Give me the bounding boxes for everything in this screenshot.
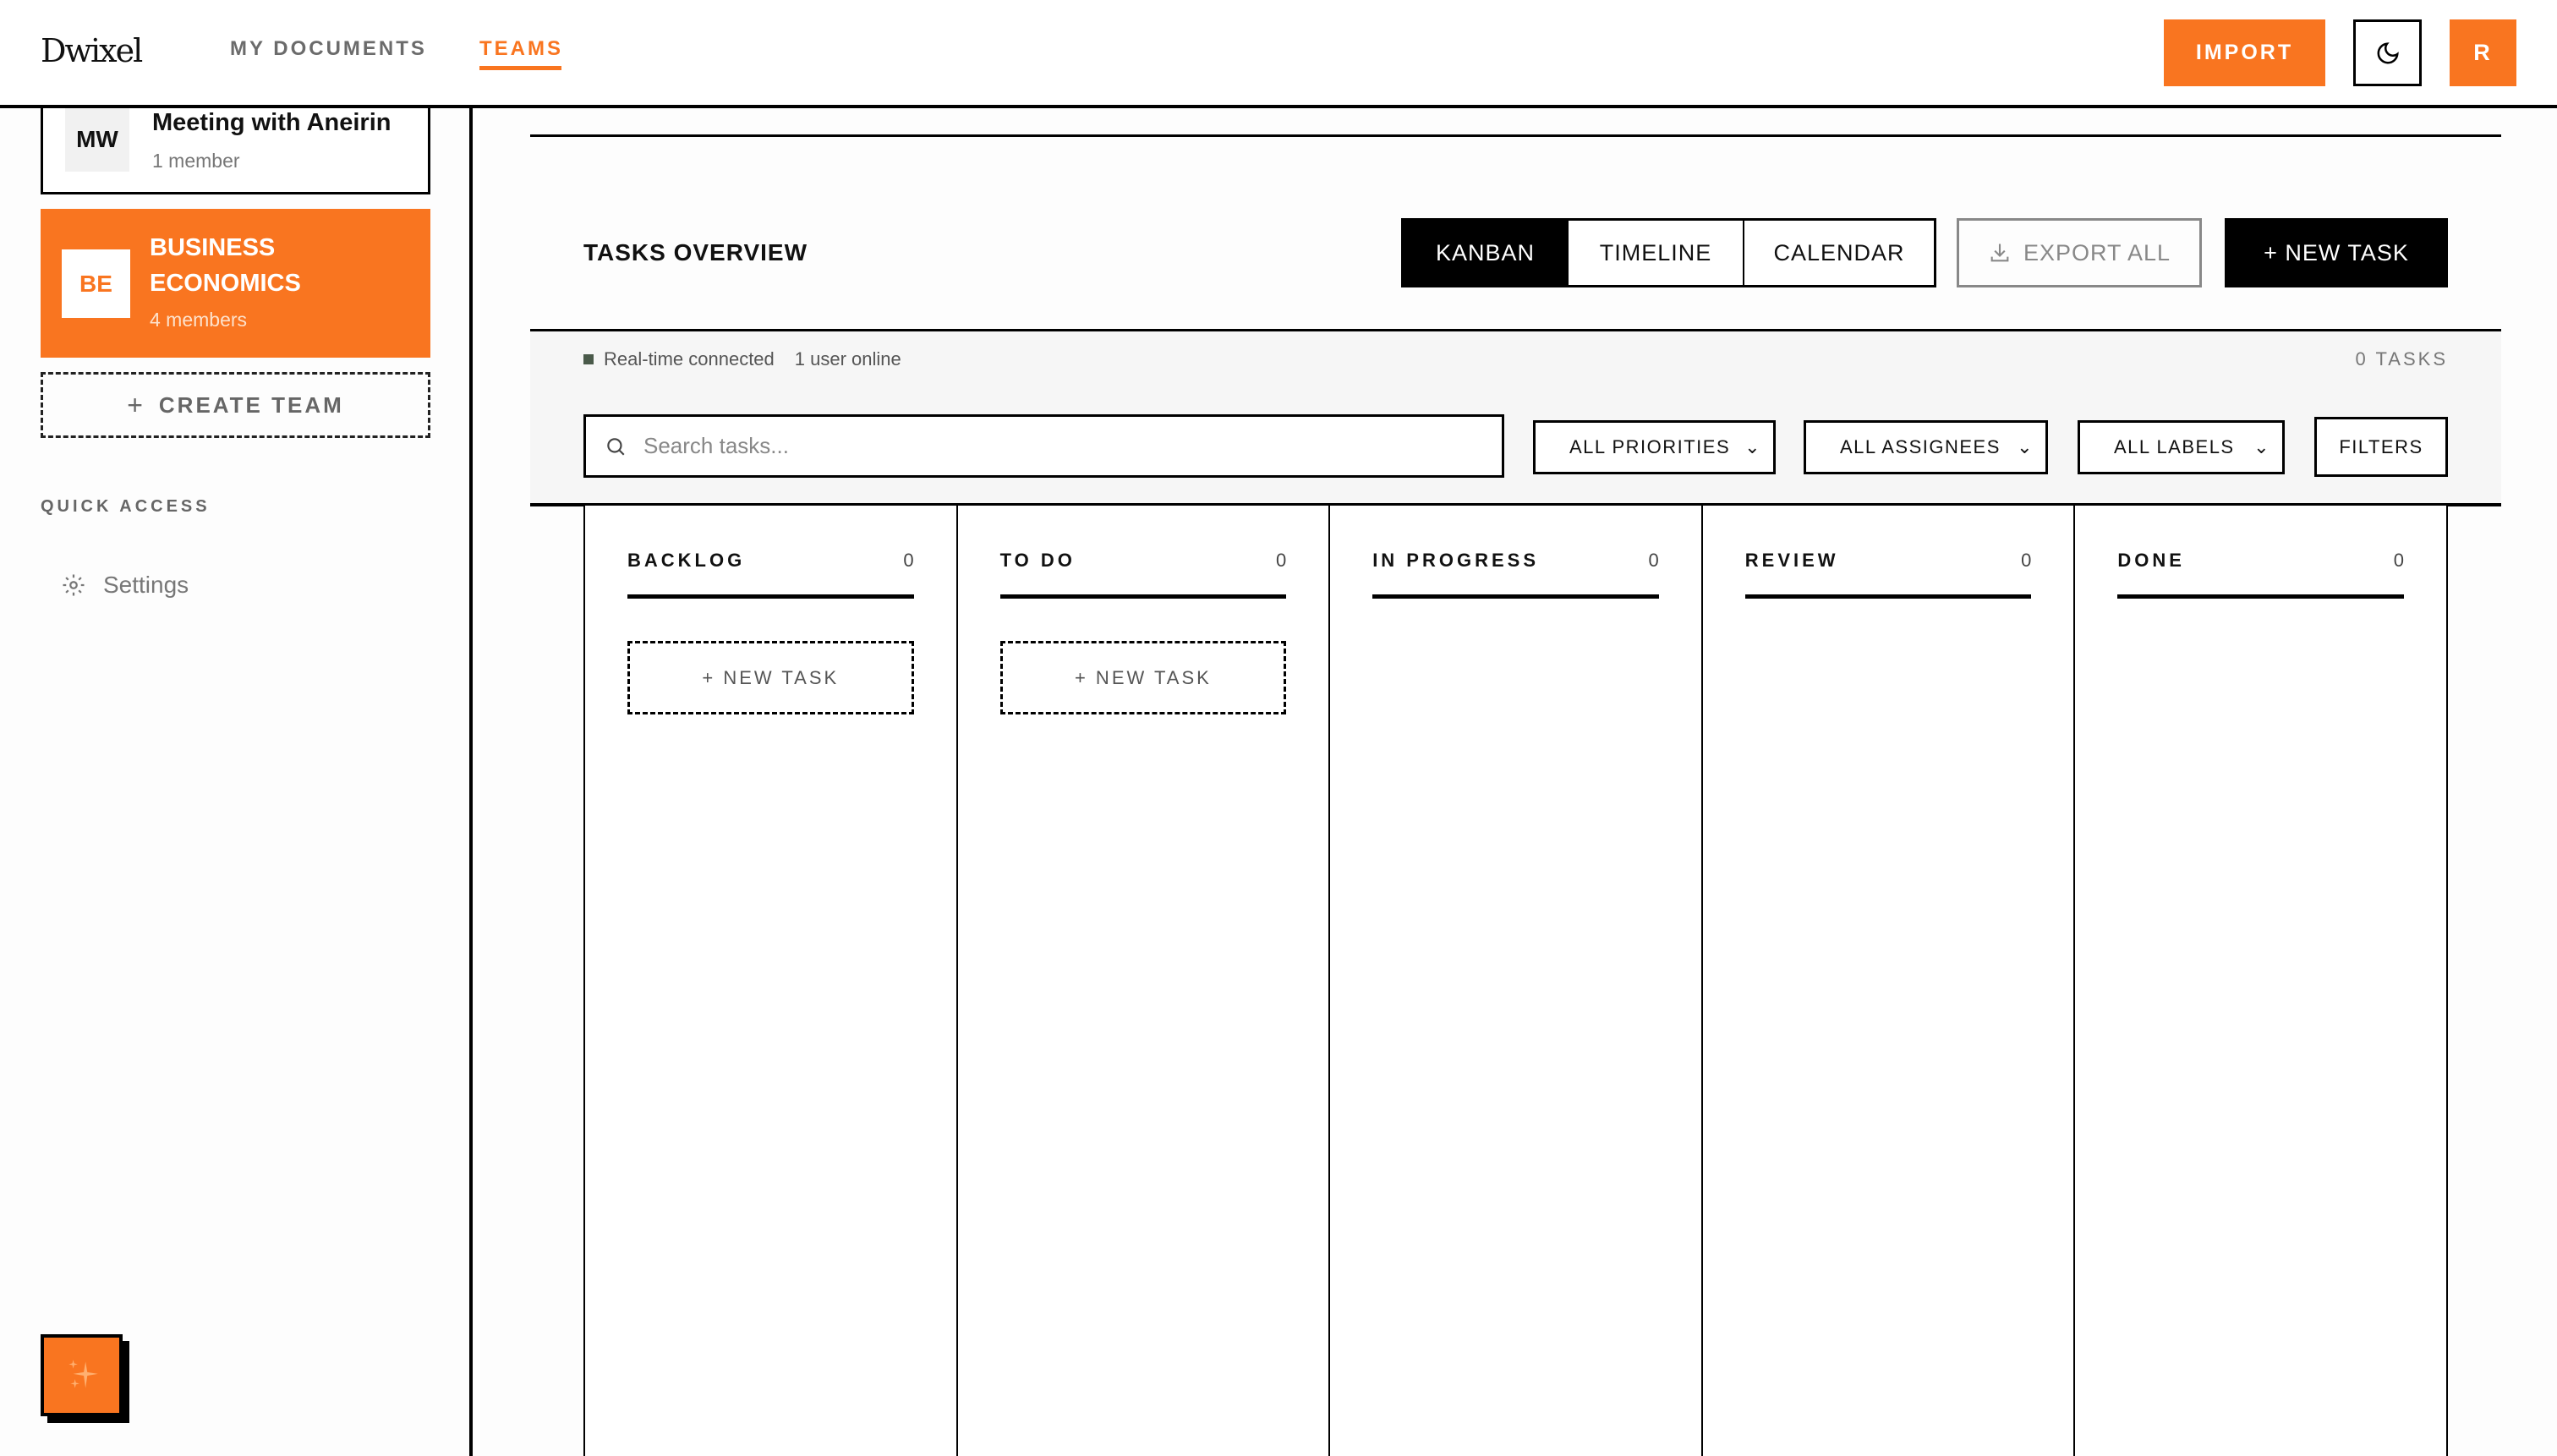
column-title: BACKLOG [627, 550, 745, 594]
download-icon [1988, 241, 2012, 265]
column-title: DONE [2117, 550, 2185, 594]
tab-timeline[interactable]: TIMELINE [1569, 221, 1744, 285]
gear-icon [61, 572, 86, 598]
column-count: 0 [1649, 550, 1659, 594]
column-review: REVIEW 0 [1703, 506, 2076, 1456]
team-name-line1: BUSINESS [150, 234, 275, 262]
settings-label: Settings [103, 572, 189, 599]
chevron-down-icon: ⌄ [2017, 436, 2034, 458]
search-box [583, 414, 1504, 478]
ai-assistant-button[interactable] [41, 1334, 123, 1416]
user-avatar-button[interactable]: R [2450, 19, 2516, 86]
column-header: IN PROGRESS 0 [1372, 550, 1659, 599]
top-header: Dwixel MY DOCUMENTS TEAMS IMPORT R [0, 0, 2557, 108]
sidebar: MW Meeting with Aneirin 1 member BE BUSI… [0, 108, 473, 1456]
task-count: 0 TASKS [2356, 348, 2448, 370]
column-in-progress: IN PROGRESS 0 [1330, 506, 1703, 1456]
chevron-down-icon: ⌄ [1744, 436, 1761, 458]
search-input[interactable] [643, 433, 1404, 459]
column-count: 0 [2394, 550, 2404, 594]
add-task-button[interactable]: + NEW TASK [1000, 641, 1287, 714]
column-header: REVIEW 0 [1745, 550, 2032, 599]
search-icon [605, 435, 627, 457]
priority-select-value: ALL PRIORITIES [1569, 436, 1730, 458]
theme-toggle-button[interactable] [2353, 19, 2422, 86]
column-title: REVIEW [1745, 550, 1839, 594]
chevron-down-icon: ⌄ [2253, 436, 2270, 458]
connection-text: Real-time connected [604, 348, 775, 370]
tab-kanban[interactable]: KANBAN [1404, 221, 1569, 285]
nav-my-documents[interactable]: MY DOCUMENTS [230, 37, 427, 61]
team-card-mw[interactable]: MW Meeting with Aneirin 1 member [41, 108, 430, 194]
quick-access-settings[interactable]: Settings [61, 572, 189, 599]
team-members: 1 member [152, 150, 240, 172]
export-all-button[interactable]: EXPORT ALL [1957, 218, 2202, 287]
sparkles-icon [61, 1355, 103, 1397]
moon-icon [2375, 41, 2401, 66]
divider [530, 134, 2501, 137]
assignee-select[interactable]: ALL ASSIGNEES ⌄ [1804, 420, 2048, 474]
column-todo: TO DO 0 + NEW TASK [958, 506, 1331, 1456]
column-title: TO DO [1000, 550, 1076, 594]
kanban-board: BACKLOG 0 + NEW TASK TO DO 0 + NEW TASK IN… [583, 506, 2448, 1456]
quick-access-title: QUICK ACCESS [41, 497, 211, 517]
export-all-label: EXPORT ALL [2023, 240, 2171, 266]
label-select-value: ALL LABELS [2114, 436, 2235, 458]
team-name-line2: ECONOMICS [150, 270, 301, 298]
column-count: 0 [2021, 550, 2031, 594]
team-avatar: MW [65, 108, 129, 172]
team-members: 4 members [150, 309, 247, 331]
column-count: 0 [1276, 550, 1286, 594]
team-card-be[interactable]: BE BUSINESS ECONOMICS 4 members [41, 209, 430, 358]
new-task-button[interactable]: + NEW TASK [2225, 218, 2448, 287]
column-header: DONE 0 [2117, 550, 2404, 599]
team-name: Meeting with Aneirin [152, 109, 391, 137]
column-title: IN PROGRESS [1372, 550, 1539, 594]
nav-active-underline [479, 66, 561, 70]
create-team-button[interactable]: + CREATE TEAM [41, 372, 430, 438]
assignee-select-value: ALL ASSIGNEES [1840, 436, 2001, 458]
nav-teams[interactable]: TEAMS [479, 37, 563, 61]
priority-select[interactable]: ALL PRIORITIES ⌄ [1533, 420, 1776, 474]
column-header: BACKLOG 0 [627, 550, 914, 599]
label-select[interactable]: ALL LABELS ⌄ [2078, 420, 2285, 474]
column-backlog: BACKLOG 0 + NEW TASK [585, 506, 958, 1456]
team-avatar: BE [62, 249, 130, 318]
add-task-button[interactable]: + NEW TASK [627, 641, 914, 714]
filters-button[interactable]: FILTERS [2314, 417, 2448, 477]
view-toggle: KANBAN TIMELINE CALENDAR [1401, 218, 1936, 287]
page-title: TASKS OVERVIEW [583, 239, 808, 266]
tab-calendar[interactable]: CALENDAR [1744, 221, 1934, 285]
status-indicator-icon [583, 354, 594, 364]
board-toolbar: Real-time connected 1 user online 0 TASK… [530, 329, 2501, 506]
online-users: 1 user online [795, 348, 901, 370]
import-button[interactable]: IMPORT [2164, 19, 2325, 86]
plus-icon: + [127, 390, 145, 421]
column-count: 0 [903, 550, 913, 594]
column-done: DONE 0 [2075, 506, 2448, 1456]
create-team-label: CREATE TEAM [159, 392, 344, 419]
logo[interactable]: Dwixel [41, 32, 141, 69]
connection-status: Real-time connected 1 user online [583, 348, 901, 370]
column-header: TO DO 0 [1000, 550, 1287, 599]
